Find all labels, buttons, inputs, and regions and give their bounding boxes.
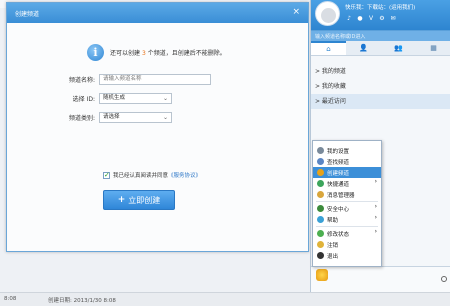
choose-id-label: 选择 ID: [72,95,95,103]
search-icon [317,158,324,165]
info-count: 3 [141,49,146,57]
menu-item-security[interactable]: 安全中心 › [313,203,381,214]
info-row: i 还可以创建 3 个频道，且创建后不能删除。 [87,43,226,61]
list-item[interactable]: > 最近访问 [311,94,450,109]
form-row-name: 频道名称: [45,73,211,85]
tab-apps[interactable]: ▦ [416,41,450,55]
logout-icon [317,241,324,248]
choose-id-value: 随机生成 [103,94,126,101]
create-now-label: 立即创建 [128,195,161,205]
mail-icon[interactable]: ✉ [389,14,397,22]
avatar[interactable] [315,1,340,26]
bottom-created-date: 创建日期: 2013/1/30 8:08 [48,298,116,304]
chevron-right-icon: › [374,228,377,235]
app-logo-icon[interactable] [316,269,328,281]
list-item[interactable]: > 我的频道 [311,64,450,79]
menu-item-status[interactable]: 修改状态 › [313,228,381,239]
search-input[interactable]: 输入频道名称或ID进入 [311,30,450,41]
main-menu: 我的设置 查找频道 创建频道 快捷通道 › 消息管理器 安全中心 › 帮助 › 修改状… [312,140,382,267]
menu-item-message-manager[interactable]: 消息管理器 [313,189,381,200]
menu-item-create-channel[interactable]: 创建频道 [313,167,381,178]
category-select[interactable]: 请选择 ⌄ [99,111,172,123]
shortcut-icon [317,180,324,187]
menu-item-logout[interactable]: 注销 [313,239,381,250]
status-icon [317,230,324,237]
menu-label: 帮助 [327,217,339,224]
chevron-down-icon: ⌄ [162,94,168,102]
message-icon [317,191,324,198]
search-icon[interactable] [441,276,447,282]
info-prefix: 还可以创建 [110,49,141,57]
create-now-button[interactable]: + 立即创建 [103,190,175,210]
service-agreement-link[interactable]: 《服务协议》 [168,171,201,179]
tab-friends[interactable]: 👤 [346,41,381,55]
category-label: 频道类别: [68,114,95,122]
form-row-category: 频道类别: 请选择 ⌄ [45,111,172,123]
search-placeholder: 输入频道名称或ID进入 [315,34,366,40]
info-icon: i [87,43,104,61]
create-channel-dialog: 创建频道 × i 还可以创建 3 个频道，且创建后不能删除。 频道名称: 选择 … [6,2,309,252]
info-text: 还可以创建 3 个频道，且创建后不能删除。 [110,48,226,57]
chevron-right-icon: › [374,178,377,185]
menu-divider [316,226,378,227]
panel-tabs: ⌂ 👤 👥 ▦ [311,41,450,56]
chevron-right-icon: › [374,203,377,210]
create-icon [317,169,324,176]
vip-icon[interactable]: V [367,14,375,22]
menu-label: 注销 [327,242,339,249]
avatar-face [321,8,336,23]
close-icon[interactable]: × [292,7,300,17]
user-icon[interactable]: ● [356,14,364,22]
help-icon [317,216,324,223]
plus-icon: + [117,195,126,205]
channel-name-input[interactable] [99,73,211,85]
menu-label: 快捷通道 [327,181,350,188]
dialog-titlebar: 创建频道 × [7,3,308,23]
bottom-status-bar: 8:08 创建日期: 2013/1/30 8:08 [0,292,450,306]
menu-label: 创建频道 [327,170,350,177]
dialog-body: i 还可以创建 3 个频道，且创建后不能删除。 频道名称: 选择 ID: 随机生… [7,23,308,251]
menu-label: 消息管理器 [327,192,355,199]
tab-home[interactable]: ⌂ [311,41,346,55]
dialog-title: 创建频道 [15,11,40,18]
info-suffix: 个频道，且创建后不能删除。 [147,49,226,57]
menu-divider [316,201,378,202]
settings-icon [317,147,324,154]
form-row-id: 选择 ID: 随机生成 ⌄ [45,92,172,104]
menu-label: 退出 [327,253,339,260]
channel-list: > 我的频道 > 我的收藏 > 最近访问 [311,64,450,109]
menu-item-help[interactable]: 帮助 › [313,214,381,225]
menu-item-exit[interactable]: 退出 [313,250,381,261]
menu-label: 我的设置 [327,148,350,155]
settings-icon[interactable]: ⚙ [378,14,386,22]
menu-label: 安全中心 [327,206,350,213]
channel-name-label: 频道名称: [68,76,95,84]
category-value: 请选择 [103,113,120,120]
user-line: 快乐我：下载站：(运用我们) [345,5,416,11]
tab-groups[interactable]: 👥 [381,41,416,55]
status-icons: ♪ ● V ⚙ ✉ [345,14,397,22]
panel-footer [311,266,450,292]
chevron-down-icon: ⌄ [162,113,168,121]
shield-icon [317,205,324,212]
menu-item-shortcut[interactable]: 快捷通道 › [313,178,381,189]
chevron-right-icon: › [374,214,377,221]
power-icon [317,252,324,259]
menu-label: 查找频道 [327,159,350,166]
bottom-time: 8:08 [4,296,17,302]
agree-checkbox[interactable]: ✓ [103,171,110,179]
agree-row: ✓ 我已经认真阅读并同意 《服务协议》 [103,171,201,179]
agree-text: 我已经认真阅读并同意 [113,173,169,179]
menu-label: 修改状态 [327,231,350,238]
menu-item-find-channel[interactable]: 查找频道 [313,156,381,167]
panel-header: 快乐我：下载站：(运用我们) ♪ ● V ⚙ ✉ [311,0,450,30]
sound-icon[interactable]: ♪ [345,14,353,22]
menu-item-settings[interactable]: 我的设置 [313,145,381,156]
list-item[interactable]: > 我的收藏 [311,79,450,94]
choose-id-select[interactable]: 随机生成 ⌄ [99,92,172,104]
